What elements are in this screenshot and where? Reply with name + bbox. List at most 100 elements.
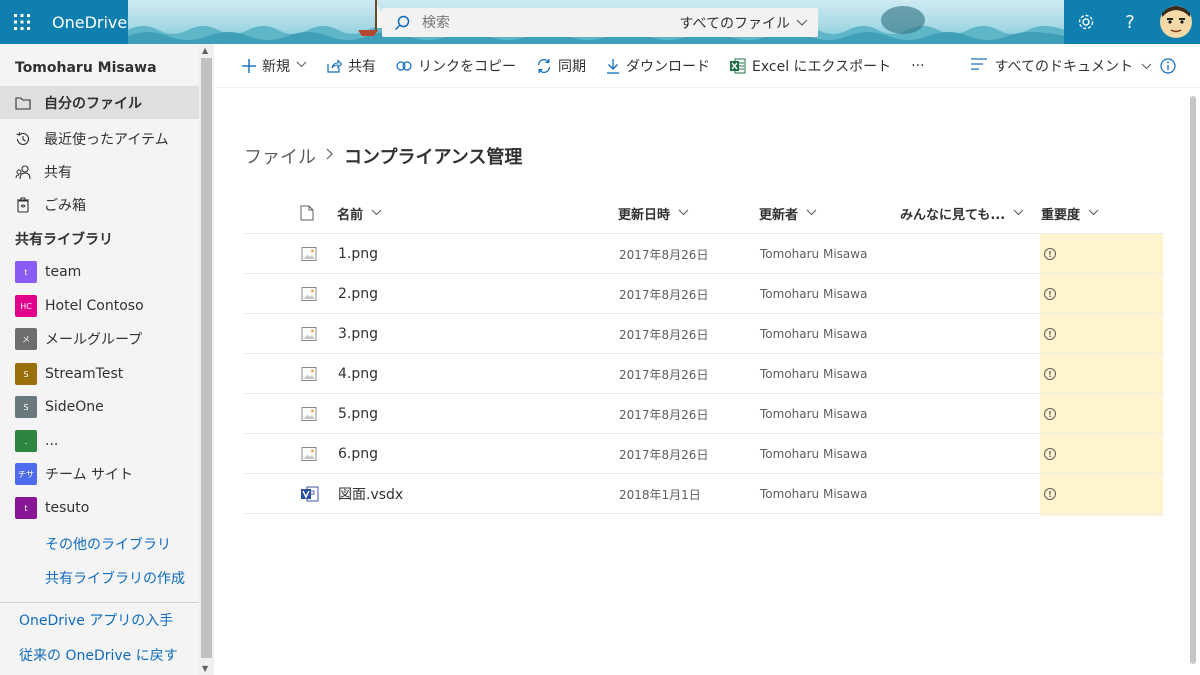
table-row[interactable]: 5.png 2017年8月26日 Tomoharu Misawa ! [244,394,1164,434]
importance-info-icon[interactable]: ! [1044,474,1056,514]
importance-info-icon[interactable]: ! [1044,274,1056,314]
breadcrumb-root[interactable]: ファイル [244,143,316,169]
scroll-down-icon[interactable]: ▼ [202,664,208,673]
modified-by[interactable]: Tomoharu Misawa [760,474,867,514]
view-options-icon [970,58,987,74]
get-app-link[interactable]: OneDrive アプリの入手 [19,610,173,630]
column-header-modified-by[interactable]: 更新者 [759,192,817,234]
importance-info-icon[interactable]: ! [1044,234,1056,274]
people-icon [14,163,32,181]
nav-scrollbar[interactable]: ▲ ▼ [199,44,214,675]
chevron-down-icon [1013,208,1024,219]
create-library-link[interactable]: 共有ライブラリの作成 [45,568,185,588]
sidebar-item-recycle-bin[interactable]: ごみ箱 [0,188,199,221]
table-row[interactable]: 1.png 2017年8月26日 Tomoharu Misawa ! [244,234,1164,274]
modified-by[interactable]: Tomoharu Misawa [760,234,867,274]
table-row[interactable]: 6.png 2017年8月26日 Tomoharu Misawa ! [244,434,1164,474]
column-header-custom[interactable]: みんなに見ても... [900,192,1024,234]
app-launcher-button[interactable] [0,0,44,44]
column-header-importance[interactable]: 重要度 [1041,192,1099,234]
column-header-label: 重要度 [1041,207,1081,223]
search-box[interactable]: すべてのファイル [382,8,818,37]
classic-onedrive-link[interactable]: 従来の OneDrive に戻す [19,645,178,665]
sidebar-item-my-files[interactable]: 自分のファイル [0,86,199,119]
library-label: メールグループ [45,332,143,348]
nav-scrollbar-thumb[interactable] [201,58,212,658]
gear-icon [1078,14,1094,30]
file-type-column-header[interactable] [300,192,314,234]
recycle-bin-icon [14,196,32,214]
help-button[interactable]: ? [1108,0,1152,44]
modified-by[interactable]: Tomoharu Misawa [760,434,867,474]
modified-by[interactable]: Tomoharu Misawa [760,354,867,394]
avatar[interactable] [1152,0,1200,44]
column-header-modified[interactable]: 更新日時 [618,192,689,234]
modified-by[interactable]: Tomoharu Misawa [760,394,867,434]
file-name[interactable]: 3.png [338,314,378,354]
share-button[interactable]: 共有 [317,44,386,88]
table-row[interactable]: 2.png 2017年8月26日 Tomoharu Misawa ! [244,274,1164,314]
copy-link-label: リンクをコピー [418,58,516,75]
file-list-header: 名前 更新日時 更新者 みんなに見ても... 重要度 [244,192,1164,234]
scroll-up-icon[interactable]: ▲ [202,46,208,55]
image-file-icon [301,394,317,434]
settings-button[interactable] [1064,0,1108,44]
export-excel-button[interactable]: Excel にエクスポート [720,44,901,88]
main-scrollbar-thumb[interactable] [1190,96,1196,664]
search-scope-dropdown[interactable]: すべてのファイル [680,13,818,33]
app-brand[interactable]: OneDrive [44,0,128,44]
sidebar-item-recent[interactable]: 最近使ったアイテム [0,122,199,155]
library-item-mail-group[interactable]: メ メールグループ [0,323,199,355]
main-scrollbar[interactable] [1186,88,1200,675]
importance-info-icon[interactable]: ! [1044,434,1056,474]
table-row[interactable]: 4.png 2017年8月26日 Tomoharu Misawa ! [244,354,1164,394]
copy-link-button[interactable]: リンクをコピー [386,44,526,88]
file-name[interactable]: 5.png [338,394,378,434]
file-name[interactable]: 2.png [338,274,378,314]
sidebar-item-label: 最近使ったアイテム [44,131,169,148]
table-row[interactable]: 図面.vsdx 2018年1月1日 Tomoharu Misawa ! [244,474,1164,514]
new-label: 新規 [262,58,290,75]
library-item-team-site[interactable]: チサ チーム サイト [0,458,199,490]
importance-info-icon[interactable]: ! [1044,314,1056,354]
library-item-ellipsis[interactable]: . ... [0,425,199,457]
library-item-sideone[interactable]: S SideOne [0,391,199,423]
link-icon [396,60,412,71]
library-item-team[interactable]: t team [0,256,199,288]
sync-icon [536,58,552,74]
more-commands-button[interactable]: ··· [901,44,934,88]
download-button[interactable]: ダウンロード [596,44,720,88]
more-icon: ··· [911,57,925,74]
library-item-tesuto[interactable]: t tesuto [0,492,199,524]
modified-date: 2017年8月26日 [619,447,709,462]
sidebar-item-shared[interactable]: 共有 [0,155,199,188]
library-item-streamtest[interactable]: S StreamTest [0,358,199,390]
modified-date: 2017年8月26日 [619,327,709,342]
chevron-down-icon [1088,208,1099,219]
file-name[interactable]: 4.png [338,354,378,394]
view-switcher[interactable]: すべてのドキュメント [970,44,1152,88]
column-header-label: 名前 [337,207,364,223]
importance-info-icon[interactable]: ! [1044,394,1056,434]
modified-by[interactable]: Tomoharu Misawa [760,274,867,314]
info-pane-button[interactable] [1158,56,1178,76]
history-icon [14,130,32,148]
column-header-name[interactable]: 名前 [337,192,382,234]
library-item-hotel-contoso[interactable]: HC Hotel Contoso [0,290,199,322]
column-header-label: みんなに見ても... [900,207,1006,223]
library-label: Hotel Contoso [45,298,144,314]
modified-by[interactable]: Tomoharu Misawa [760,314,867,354]
sync-button[interactable]: 同期 [526,44,596,88]
more-libraries-link[interactable]: その他のライブラリ [45,534,171,554]
table-row[interactable]: 3.png 2017年8月26日 Tomoharu Misawa ! [244,314,1164,354]
library-badge: S [15,396,37,418]
new-button[interactable]: 新規 [214,44,317,88]
file-name[interactable]: 図面.vsdx [338,474,403,514]
file-name[interactable]: 6.png [338,434,378,474]
page-title: コンプライアンス管理 [344,147,523,168]
column-header-label: 更新者 [759,207,799,223]
search-input[interactable] [422,14,680,31]
importance-info-icon[interactable]: ! [1044,354,1056,394]
file-name[interactable]: 1.png [338,234,378,274]
shared-libraries-heading: 共有ライブラリ [15,232,113,248]
